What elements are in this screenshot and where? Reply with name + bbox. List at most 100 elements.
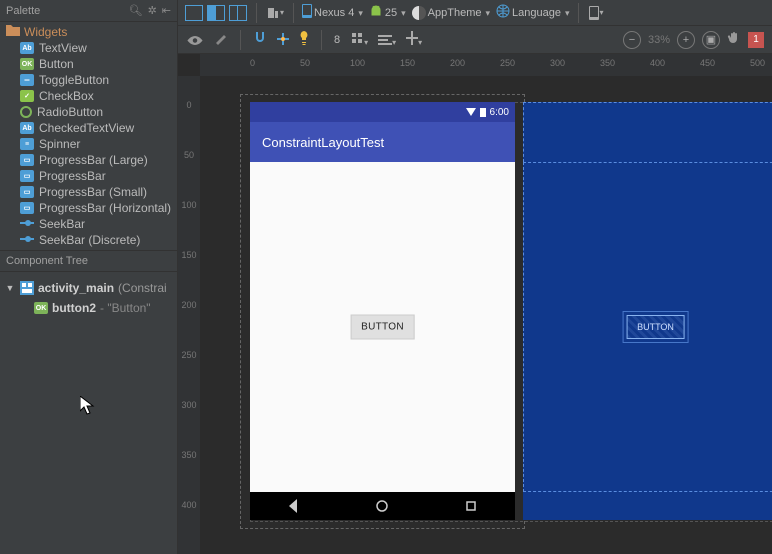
widget-item[interactable]: ▭ProgressBar (0, 168, 177, 184)
navigation-bar (250, 492, 515, 520)
widget-icon: Ab (20, 122, 34, 134)
app-bar: ConstraintLayoutTest (250, 122, 515, 162)
widget-label: ProgressBar (Horizontal) (39, 201, 171, 215)
language-selector[interactable]: Language (496, 4, 569, 21)
view-options-icon[interactable] (186, 32, 204, 48)
widget-label: Button (39, 57, 74, 71)
device-label: Nexus 4 (314, 7, 354, 19)
default-margin[interactable]: 8 (334, 34, 340, 46)
tree-root-name: activity_main (38, 281, 114, 295)
widget-icon: ≡ (20, 138, 34, 150)
widget-label: CheckBox (39, 89, 94, 103)
blueprint-header-outline (523, 102, 772, 162)
align-icon[interactable]: ▾ (378, 32, 396, 48)
widget-label: Spinner (39, 137, 80, 151)
tree-child-row[interactable]: OK button2 - "Button" (4, 298, 173, 318)
view-split-icon[interactable] (206, 3, 226, 23)
tree-child-name: button2 (52, 301, 96, 315)
theme-icon (412, 6, 426, 20)
zoom-level[interactable]: 33% (648, 34, 670, 46)
language-label: Language (512, 7, 561, 19)
widget-item[interactable]: ✓ CheckBox (0, 88, 177, 104)
app-body[interactable]: BUTTON (250, 162, 515, 492)
margin-value: 8 (334, 34, 340, 46)
ruler-horizontal: 050100150200250300350400450500 (200, 54, 772, 76)
view-blueprint-icon[interactable] (228, 3, 248, 23)
widget-label: SeekBar (39, 217, 85, 231)
component-tree-title: Component Tree (0, 250, 177, 272)
pan-icon[interactable] (727, 31, 741, 48)
widget-item[interactable]: Ab TextView (0, 40, 177, 56)
widget-category-label: Widgets (24, 25, 67, 39)
clear-constraints-icon[interactable] (277, 32, 289, 48)
widget-icon: Ab (20, 42, 34, 54)
widget-item[interactable]: ≡ Spinner (0, 136, 177, 152)
widget-label: ToggleButton (39, 73, 109, 87)
zoom-fit-button[interactable]: ▣ (702, 31, 720, 49)
tree-expand-icon[interactable]: ▼ (4, 283, 16, 293)
widget-icon: ═ (20, 74, 34, 86)
seekbar-icon (20, 233, 34, 247)
view-design-icon[interactable] (184, 3, 204, 23)
tree-root-suffix: (Constrai (118, 281, 167, 295)
autoconnect-icon[interactable] (253, 31, 267, 48)
widget-category[interactable]: Widgets (0, 24, 177, 40)
guideline-icon[interactable]: ▾ (406, 31, 422, 48)
palette-expand-icon[interactable]: ⇤ (162, 4, 171, 17)
seekbar-icon (20, 217, 34, 231)
widget-item[interactable]: ═ ToggleButton (0, 72, 177, 88)
infer-constraints-icon[interactable] (299, 31, 309, 48)
zoom-in-button[interactable]: + (677, 31, 695, 49)
api-selector[interactable]: 25 (369, 5, 406, 20)
widget-label: ProgressBar (Small) (39, 185, 147, 199)
device-selector[interactable]: Nexus 4 (302, 4, 363, 21)
widget-icon: ▭ (20, 186, 34, 198)
widget-item[interactable]: ▭ ProgressBar (Horizontal) (0, 200, 177, 216)
error-badge[interactable]: 1 (748, 32, 764, 48)
widget-icon: ▭ (20, 154, 34, 166)
preview-button[interactable]: BUTTON (350, 315, 415, 340)
widget-label: SeekBar (Discrete) (39, 233, 140, 247)
palette-title: Palette (6, 5, 40, 17)
widget-item[interactable]: OK Button (0, 56, 177, 72)
zoom-out-button[interactable]: − (623, 31, 641, 49)
widget-item[interactable]: Ab CheckedTextView (0, 120, 177, 136)
button-icon: OK (34, 302, 48, 314)
app-title: ConstraintLayoutTest (262, 135, 384, 150)
layout-icon (20, 281, 34, 295)
widget-label: RadioButton (37, 105, 103, 119)
widget-label: CheckedTextView (39, 121, 134, 135)
api-label: 25 (385, 7, 397, 19)
widget-item[interactable]: RadioButton (0, 104, 177, 120)
widget-icon: OK (20, 58, 34, 70)
widget-item[interactable]: ▭ ProgressBar (Small) (0, 184, 177, 200)
widget-item[interactable]: SeekBar (0, 216, 177, 232)
globe-icon (496, 4, 510, 21)
magic-wand-icon[interactable] (214, 31, 228, 48)
widget-item[interactable]: ▭ProgressBar (Large) (0, 152, 177, 168)
variant-icon[interactable]: ▾ (587, 3, 607, 23)
widget-icon: ▭ (20, 202, 34, 214)
palette-settings-icon[interactable]: ✲ (148, 4, 157, 17)
palette-search-icon[interactable]: 🔍︎ (129, 4, 143, 17)
status-bar: 6:00 (250, 102, 515, 122)
phone-icon (302, 4, 312, 21)
nav-home-icon (375, 499, 389, 513)
blueprint-body[interactable]: BUTTON (523, 162, 772, 492)
blueprint-button[interactable]: BUTTON (626, 315, 685, 339)
device-preview[interactable]: 6:00 ConstraintLayoutTest BUTTON (250, 102, 515, 520)
tree-child-quote: - "Button" (100, 301, 151, 315)
pack-icon[interactable]: ▾ (350, 31, 368, 48)
orientation-icon[interactable]: ▾ (265, 3, 285, 23)
widget-label: TextView (39, 41, 87, 55)
widget-icon: ✓ (20, 90, 34, 102)
nav-back-icon (287, 499, 301, 513)
blueprint-preview[interactable]: BUTTON (523, 102, 772, 520)
tree-root-row[interactable]: ▼ activity_main (Constrai (4, 278, 173, 298)
android-icon (369, 5, 383, 20)
widget-label: ProgressBar (39, 169, 106, 183)
theme-selector[interactable]: AppTheme (412, 6, 490, 20)
widget-item[interactable]: SeekBar (Discrete) (0, 232, 177, 248)
folder-icon (6, 25, 20, 39)
theme-label: AppTheme (428, 7, 482, 19)
